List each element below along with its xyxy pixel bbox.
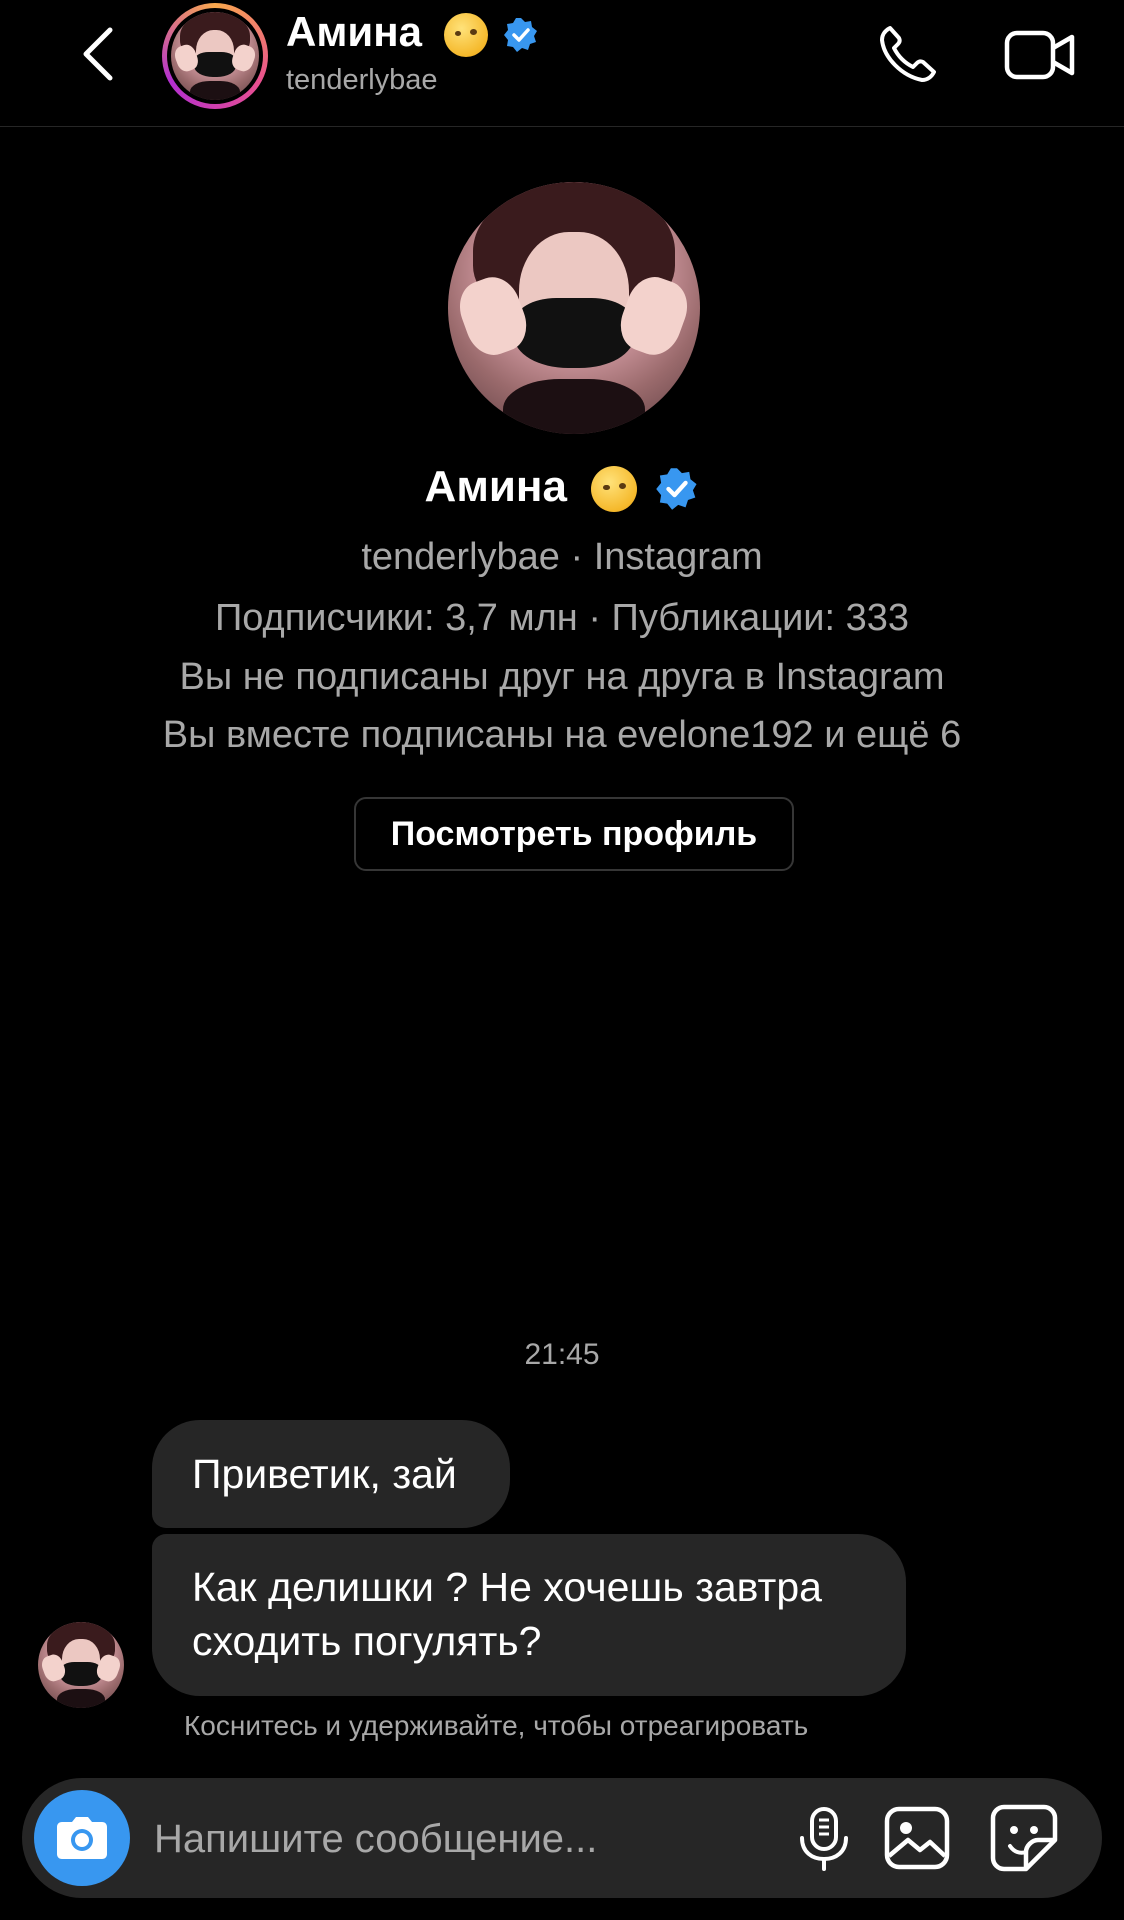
- message-text: Приветик, зай: [192, 1451, 457, 1497]
- video-camera-icon: [1004, 30, 1075, 80]
- audio-call-button[interactable]: [876, 24, 938, 84]
- message-text: Как делишки ? Не хочешь завтра сходить п…: [192, 1564, 822, 1664]
- woozy-face-emoji-icon: [443, 12, 488, 57]
- woozy-face-emoji-icon: [591, 466, 638, 513]
- gallery-button[interactable]: [884, 1806, 950, 1870]
- header-username[interactable]: tenderlybae: [286, 64, 438, 97]
- verified-badge-icon: [504, 17, 538, 52]
- video-call-button[interactable]: [1004, 28, 1076, 82]
- profile-subtitle: tenderlybae · Instagram: [361, 536, 763, 578]
- reaction-hint: Коснитесь и удерживайте, чтобы отреагиро…: [184, 1710, 809, 1741]
- sticker-button[interactable]: [990, 1804, 1058, 1872]
- profile-stats: Подписчики: 3,7 млн · Публикации: 333: [214, 597, 910, 639]
- sticker-icon: [990, 1804, 1058, 1872]
- header-name-row[interactable]: Амина: [286, 8, 539, 57]
- mutual-followers: Вы вместе подписаны на evelone192 и ещё …: [162, 714, 962, 756]
- profile-name-row: Амина: [0, 462, 1124, 513]
- microphone-icon: [800, 1807, 848, 1871]
- camera-button[interactable]: [34, 1790, 130, 1886]
- avatar-image: [38, 1622, 124, 1708]
- view-profile-button[interactable]: Посмотреть профиль: [354, 797, 794, 871]
- verified-badge-icon: [656, 468, 697, 511]
- profile-name: Амина: [424, 462, 567, 511]
- message-bubble[interactable]: Как делишки ? Не хочешь завтра сходить п…: [152, 1534, 906, 1696]
- avatar-image: [171, 12, 259, 100]
- follow-status: Вы не подписаны друг на друга в Instagra…: [179, 656, 945, 698]
- avatar-image: [448, 182, 700, 434]
- message-input[interactable]: [152, 1798, 796, 1880]
- message-composer: [22, 1778, 1102, 1898]
- camera-icon: [57, 1817, 107, 1859]
- profile-avatar[interactable]: [448, 182, 700, 434]
- message-bubble[interactable]: Приветик, зай: [152, 1420, 510, 1528]
- back-button[interactable]: [76, 24, 124, 84]
- sender-avatar[interactable]: [38, 1622, 124, 1708]
- chevron-left-icon: [83, 27, 113, 81]
- image-icon: [884, 1806, 950, 1870]
- phone-icon: [880, 26, 936, 82]
- voice-message-button[interactable]: [792, 1806, 856, 1872]
- header-avatar[interactable]: [162, 3, 268, 109]
- header-name: Амина: [286, 8, 422, 55]
- message-timestamp: 21:45: [524, 1338, 600, 1371]
- chat-header: Амина tenderlybae: [0, 0, 1124, 127]
